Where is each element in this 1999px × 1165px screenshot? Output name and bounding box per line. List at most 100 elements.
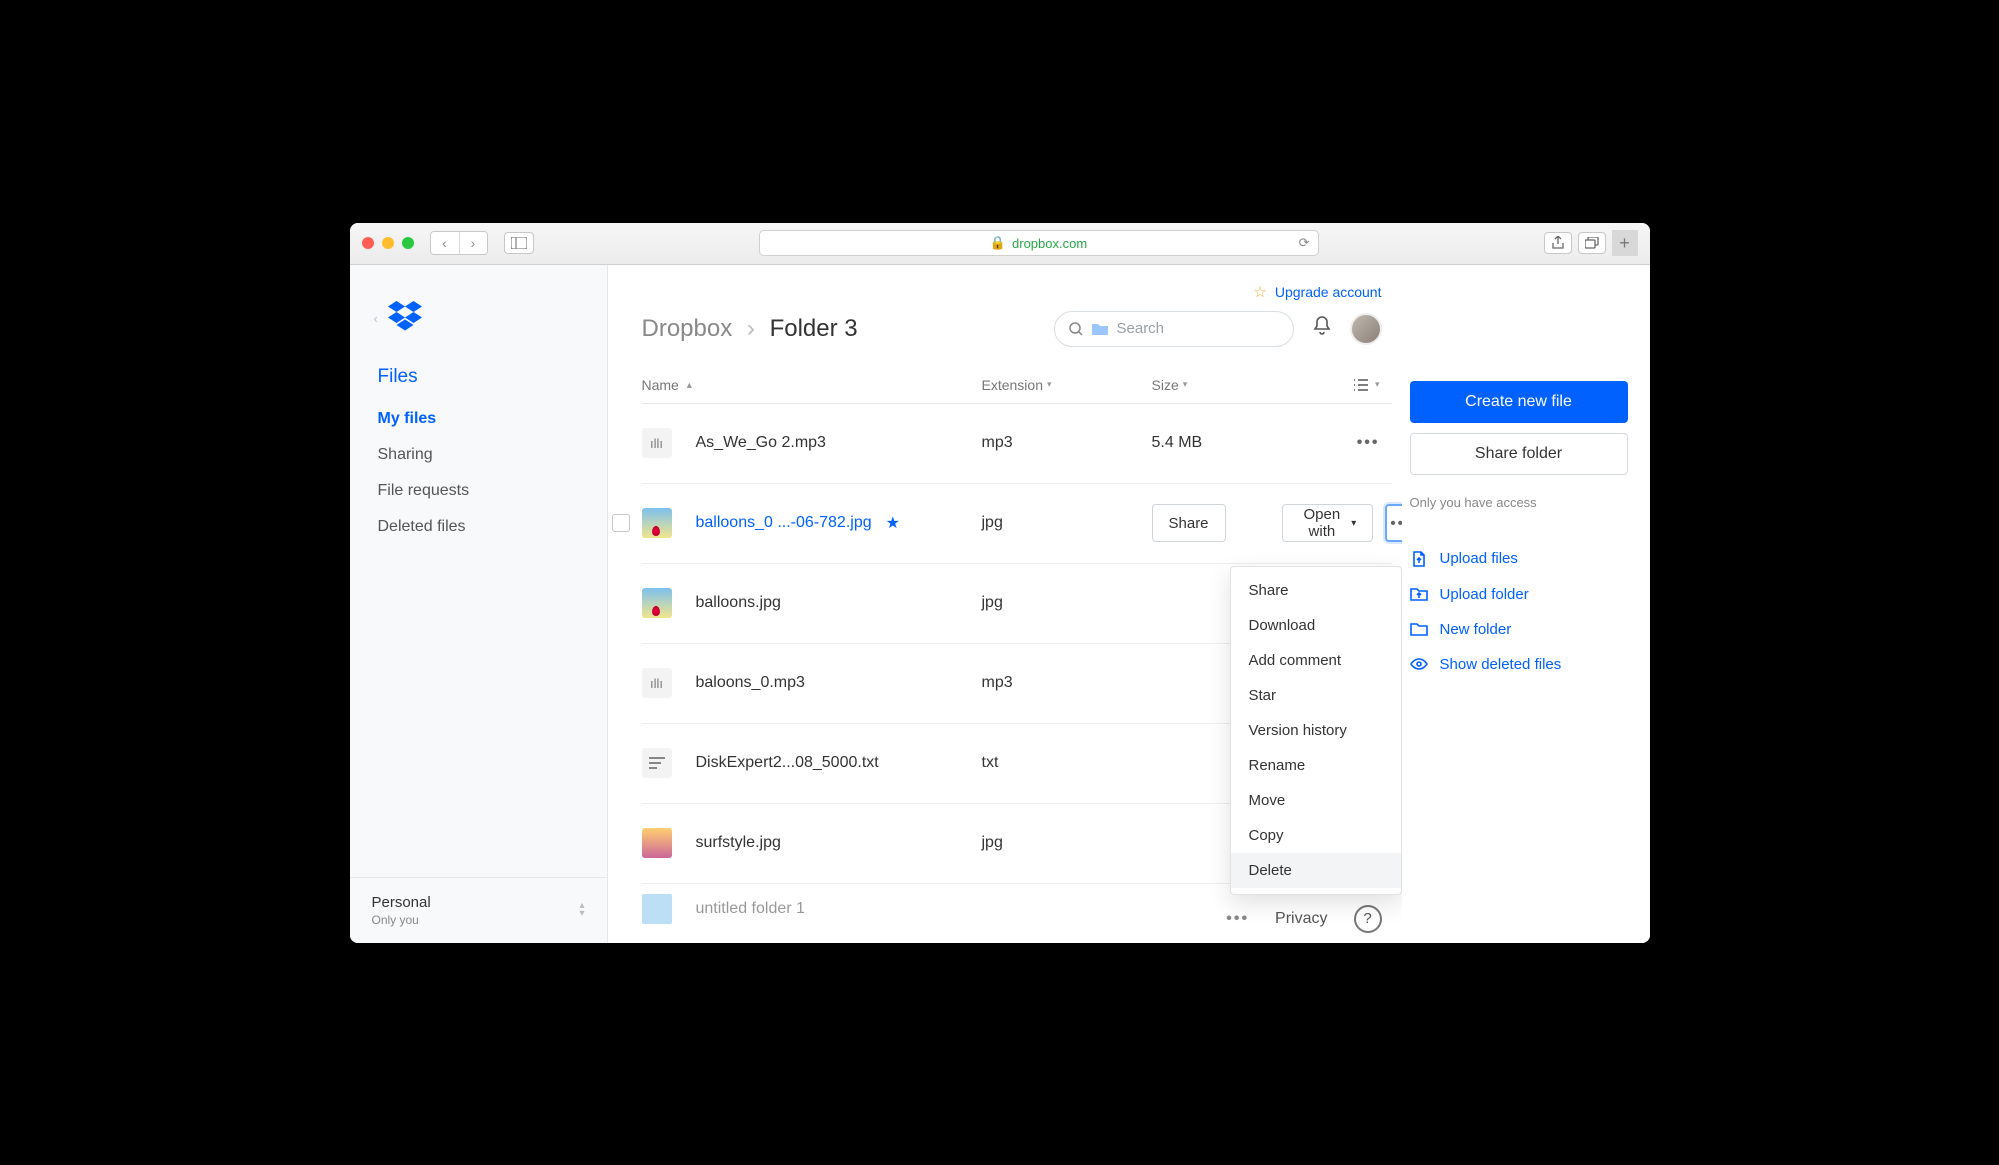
- menu-item-add-comment[interactable]: Add comment: [1231, 643, 1401, 678]
- image-file-icon: [642, 588, 672, 618]
- account-switcher[interactable]: Personal Only you ▴▾: [350, 877, 607, 943]
- context-menu: Share Download Add comment Star Version …: [1230, 566, 1402, 895]
- file-name: As_We_Go 2.mp3: [696, 434, 826, 452]
- menu-item-rename[interactable]: Rename: [1231, 748, 1401, 783]
- image-file-icon: [642, 508, 672, 538]
- file-name: surfstyle.jpg: [696, 834, 781, 852]
- share-folder-button[interactable]: Share folder: [1410, 433, 1628, 475]
- upload-folder-icon: [1410, 586, 1428, 602]
- new-folder-link[interactable]: New folder: [1410, 621, 1628, 638]
- file-table: Name▲ Extension▾ Size▾ ▾ ıllı As_We_Go 2…: [608, 367, 1402, 934]
- sort-asc-icon: ▲: [685, 380, 694, 390]
- lock-icon: 🔒: [990, 235, 1006, 251]
- upload-file-icon: [1410, 550, 1428, 568]
- close-window-icon[interactable]: [362, 237, 374, 249]
- chevron-down-icon: ▾: [1047, 379, 1052, 390]
- file-name: baloons_0.mp3: [696, 674, 805, 692]
- chevron-right-icon: ›: [747, 315, 755, 342]
- view-options[interactable]: ▾: [1282, 378, 1392, 392]
- file-name: untitled folder 1: [696, 900, 805, 918]
- file-extension: jpg: [982, 594, 1152, 612]
- search-icon: [1069, 322, 1083, 336]
- collapse-sidebar-icon[interactable]: ‹: [374, 311, 378, 326]
- show-deleted-link[interactable]: Show deleted files: [1410, 656, 1628, 673]
- menu-item-download[interactable]: Download: [1231, 608, 1401, 643]
- audio-file-icon: ıllı: [642, 668, 672, 698]
- table-row[interactable]: balloons_0 ...-06-782.jpg ★ jpg Share Op…: [642, 484, 1392, 564]
- account-sublabel: Only you: [372, 913, 431, 927]
- column-size[interactable]: Size▾: [1152, 377, 1282, 393]
- upload-files-link[interactable]: Upload files: [1410, 550, 1628, 568]
- folder-icon: [1091, 322, 1109, 336]
- file-name[interactable]: balloons_0 ...-06-782.jpg: [696, 514, 872, 532]
- chevron-updown-icon: ▴▾: [579, 902, 584, 918]
- chevron-down-icon: ▾: [1375, 379, 1380, 390]
- privacy-link[interactable]: Privacy: [1275, 910, 1327, 928]
- file-name: balloons.jpg: [696, 594, 781, 612]
- upgrade-account-link[interactable]: Upgrade account: [1275, 284, 1382, 300]
- back-button[interactable]: ‹: [431, 232, 459, 254]
- footer: ••• Privacy ?: [1226, 905, 1381, 933]
- image-file-icon: [642, 828, 672, 858]
- table-row[interactable]: ıllı As_We_Go 2.mp3 mp3 5.4 MB •••: [642, 404, 1392, 484]
- menu-item-move[interactable]: Move: [1231, 783, 1401, 818]
- menu-item-share[interactable]: Share: [1231, 573, 1401, 608]
- address-bar[interactable]: 🔒 dropbox.com ⟳: [759, 230, 1319, 256]
- file-size: 5.4 MB: [1152, 434, 1282, 452]
- share-button[interactable]: Share: [1152, 504, 1226, 542]
- menu-item-delete[interactable]: Delete: [1231, 853, 1401, 888]
- share-icon[interactable]: [1544, 232, 1572, 254]
- row-checkbox[interactable]: [612, 514, 630, 532]
- more-actions-button[interactable]: •••: [1385, 504, 1401, 542]
- file-extension: mp3: [982, 434, 1152, 452]
- file-extension: txt: [982, 754, 1152, 772]
- open-with-button[interactable]: Open with▾: [1282, 504, 1374, 542]
- minimize-window-icon[interactable]: [382, 237, 394, 249]
- window-controls: [362, 237, 414, 249]
- new-folder-icon: [1410, 621, 1428, 637]
- maximize-window-icon[interactable]: [402, 237, 414, 249]
- text-file-icon: [642, 748, 672, 778]
- upload-folder-link[interactable]: Upload folder: [1410, 586, 1628, 603]
- sidebar-toggle-icon[interactable]: [504, 232, 534, 254]
- file-extension: mp3: [982, 674, 1152, 692]
- search-placeholder: Search: [1117, 320, 1165, 337]
- sidebar-item-deleted-files[interactable]: Deleted files: [378, 518, 579, 536]
- right-panel: Create new file Share folder Only you ha…: [1402, 265, 1650, 943]
- tabs-icon[interactable]: [1578, 232, 1606, 254]
- more-footer-icon[interactable]: •••: [1226, 910, 1249, 928]
- menu-item-copy[interactable]: Copy: [1231, 818, 1401, 853]
- help-icon[interactable]: ?: [1354, 905, 1382, 933]
- url-text: dropbox.com: [1012, 236, 1087, 251]
- search-input[interactable]: Search: [1054, 311, 1294, 347]
- breadcrumb-current: Folder 3: [770, 315, 858, 342]
- audio-file-icon: ıllı: [642, 428, 672, 458]
- column-name[interactable]: Name▲: [642, 377, 982, 393]
- more-actions-icon[interactable]: •••: [1357, 434, 1380, 452]
- sidebar-item-sharing[interactable]: Sharing: [378, 446, 579, 464]
- file-extension: jpg: [982, 514, 1152, 532]
- file-extension: jpg: [982, 834, 1152, 852]
- menu-item-star[interactable]: Star: [1231, 678, 1401, 713]
- dropbox-logo-icon[interactable]: [388, 301, 422, 336]
- sidebar: ‹ Files My files Sharing File requests D…: [350, 265, 608, 943]
- reload-icon[interactable]: ⟳: [1299, 235, 1310, 251]
- forward-button[interactable]: ›: [459, 232, 487, 254]
- browser-chrome: ‹ › 🔒 dropbox.com ⟳ +: [350, 223, 1650, 265]
- column-extension[interactable]: Extension▾: [982, 377, 1152, 393]
- breadcrumb-root[interactable]: Dropbox: [642, 315, 733, 342]
- ellipsis-icon: •••: [1390, 515, 1401, 532]
- star-icon[interactable]: ★: [886, 513, 900, 533]
- eye-icon: [1410, 657, 1428, 671]
- chevron-down-icon: ▾: [1183, 379, 1188, 390]
- avatar[interactable]: [1350, 313, 1382, 345]
- chevron-down-icon: ▾: [1351, 518, 1356, 529]
- sidebar-item-file-requests[interactable]: File requests: [378, 482, 579, 500]
- new-tab-button[interactable]: +: [1612, 230, 1638, 256]
- breadcrumb: Dropbox › Folder 3: [642, 315, 858, 343]
- menu-item-version-history[interactable]: Version history: [1231, 713, 1401, 748]
- sidebar-item-my-files[interactable]: My files: [378, 410, 579, 428]
- sidebar-heading: Files: [350, 366, 607, 410]
- notifications-icon[interactable]: [1312, 315, 1332, 342]
- create-new-file-button[interactable]: Create new file: [1410, 381, 1628, 423]
